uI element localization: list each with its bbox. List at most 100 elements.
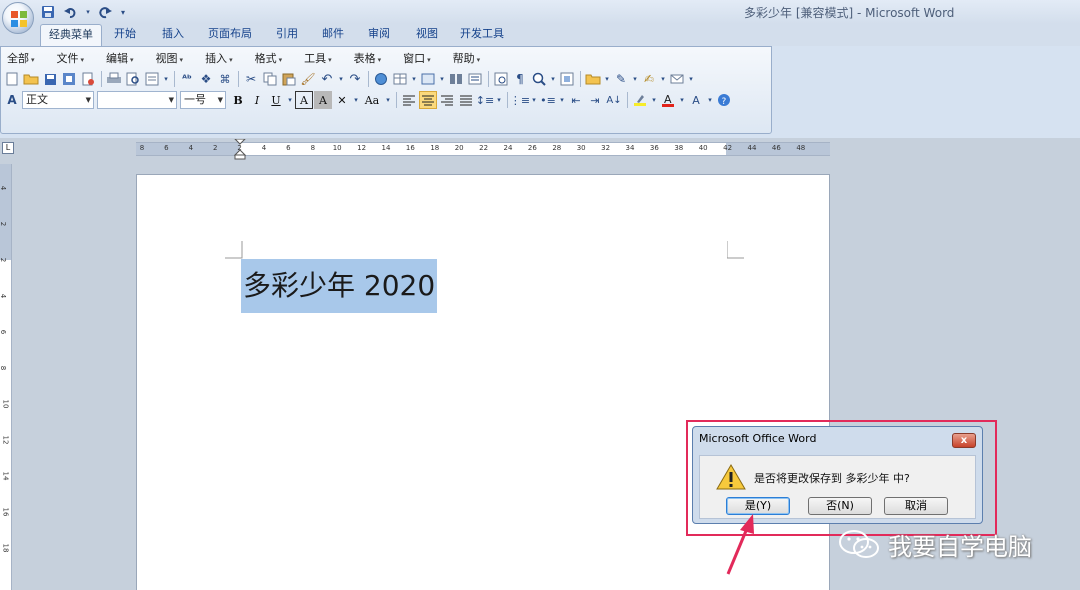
menu-tools[interactable]: 工具 ▾ xyxy=(298,49,338,69)
tab-home[interactable]: 开始 xyxy=(106,24,144,46)
bold-button[interactable]: B xyxy=(229,91,247,109)
theme-icon[interactable]: ✍ xyxy=(640,70,658,88)
chevron-down-icon[interactable]: ▾ xyxy=(286,91,294,109)
menu-file[interactable]: 文件 ▾ xyxy=(51,49,91,69)
tab-developer[interactable]: 开发工具 xyxy=(452,24,512,46)
tab-references[interactable]: 引用 xyxy=(268,24,306,46)
align-center-icon[interactable] xyxy=(419,91,437,109)
chevron-down-icon[interactable]: ▾ xyxy=(603,70,611,88)
menu-window[interactable]: 窗口 ▾ xyxy=(397,49,437,69)
tab-classic-menu[interactable]: 经典菜单 xyxy=(40,24,102,46)
format-painter-icon[interactable]: 🖌 xyxy=(299,70,317,88)
chevron-down-icon[interactable]: ▾ xyxy=(384,91,392,109)
chevron-down-icon[interactable]: ▾ xyxy=(410,70,418,88)
new-document-icon[interactable] xyxy=(3,70,21,88)
vertical-ruler[interactable]: 4 2 2 4 6 8 10 12 14 16 18 xyxy=(0,164,12,590)
chevron-down-icon[interactable]: ▾ xyxy=(678,91,686,109)
chevron-down-icon[interactable]: ▾ xyxy=(337,70,345,88)
italic-button[interactable]: I xyxy=(248,91,266,109)
undo-icon[interactable]: ↶ xyxy=(318,70,336,88)
tab-view[interactable]: 视图 xyxy=(408,24,446,46)
change-case-button[interactable]: Aa xyxy=(361,91,383,109)
menu-help[interactable]: 帮助 ▾ xyxy=(447,49,487,69)
print-preview-icon[interactable] xyxy=(124,70,142,88)
tab-page-layout[interactable]: 页面布局 xyxy=(200,24,260,46)
permission-icon[interactable] xyxy=(60,70,78,88)
cut-icon[interactable]: ✂ xyxy=(242,70,260,88)
styles-icon[interactable]: ✎ xyxy=(612,70,630,88)
help-icon[interactable]: ? xyxy=(715,91,733,109)
chevron-down-icon[interactable]: ▾ xyxy=(687,70,695,88)
decrease-indent-icon[interactable]: ⇤ xyxy=(567,91,585,109)
char-scale-icon[interactable]: ✕ xyxy=(333,91,351,109)
page-view-icon[interactable] xyxy=(143,70,161,88)
bullets-icon[interactable]: •≡ xyxy=(539,91,557,109)
text-effects-icon[interactable]: A xyxy=(687,91,705,109)
redo-icon[interactable]: ↷ xyxy=(346,70,364,88)
menu-insert[interactable]: 插入 ▾ xyxy=(199,49,239,69)
font-combo[interactable]: ▼ xyxy=(97,91,177,109)
line-spacing-icon[interactable]: ↕≡ xyxy=(476,91,494,109)
save-icon[interactable] xyxy=(38,3,58,21)
menu-format[interactable]: 格式 ▾ xyxy=(249,49,289,69)
envelope-icon[interactable] xyxy=(668,70,686,88)
hyperlink-icon[interactable] xyxy=(372,70,390,88)
customize-qat-icon[interactable]: ▾ xyxy=(118,3,128,21)
zoom-icon[interactable] xyxy=(530,70,548,88)
chevron-down-icon[interactable]: ▾ xyxy=(549,70,557,88)
char-border-icon[interactable]: A xyxy=(295,91,313,109)
underline-button[interactable]: U xyxy=(267,91,285,109)
chevron-down-icon[interactable]: ▾ xyxy=(631,70,639,88)
increase-indent-icon[interactable]: ⇥ xyxy=(586,91,604,109)
copy-icon[interactable] xyxy=(261,70,279,88)
chevron-down-icon[interactable]: ▾ xyxy=(162,70,170,88)
chevron-down-icon[interactable]: ▾ xyxy=(438,70,446,88)
styles-pane-icon[interactable]: A xyxy=(3,91,21,109)
chevron-down-icon[interactable]: ▾ xyxy=(495,91,503,109)
insert-table-icon[interactable] xyxy=(419,70,437,88)
show-hide-icon[interactable]: ¶ xyxy=(511,70,529,88)
justify-icon[interactable] xyxy=(457,91,475,109)
chevron-down-icon[interactable]: ▾ xyxy=(530,91,538,109)
font-color-icon[interactable]: A xyxy=(659,91,677,109)
cancel-button[interactable]: 取消 xyxy=(884,497,948,515)
menu-edit[interactable]: 编辑 ▾ xyxy=(100,49,140,69)
chevron-down-icon[interactable]: ▾ xyxy=(558,91,566,109)
menu-view[interactable]: 视图 ▾ xyxy=(150,49,190,69)
tab-insert[interactable]: 插入 xyxy=(154,24,192,46)
drawing-icon[interactable] xyxy=(466,70,484,88)
print-preview-doc-icon[interactable] xyxy=(79,70,97,88)
highlight-icon[interactable] xyxy=(631,91,649,109)
tab-review[interactable]: 审阅 xyxy=(360,24,398,46)
style-combo[interactable]: 正文 ▼ xyxy=(22,91,94,109)
save-icon[interactable] xyxy=(41,70,59,88)
chevron-down-icon[interactable]: ▾ xyxy=(352,91,360,109)
menu-all[interactable]: 全部 ▾ xyxy=(1,49,41,69)
align-right-icon[interactable] xyxy=(438,91,456,109)
paste-icon[interactable] xyxy=(280,70,298,88)
undo-dropdown-icon[interactable]: ▾ xyxy=(84,3,92,21)
font-size-combo[interactable]: 一号 ▼ xyxy=(180,91,226,109)
research-icon[interactable]: ❖ xyxy=(197,70,215,88)
menu-table[interactable]: 表格 ▾ xyxy=(348,49,388,69)
translate-icon[interactable]: ⌘ xyxy=(216,70,234,88)
selected-document-text[interactable]: 多彩少年 2020 xyxy=(241,259,438,313)
document-map-icon[interactable] xyxy=(492,70,510,88)
full-screen-icon[interactable] xyxy=(558,70,576,88)
chevron-down-icon[interactable]: ▾ xyxy=(650,91,658,109)
chevron-down-icon[interactable]: ▾ xyxy=(659,70,667,88)
redo-icon[interactable] xyxy=(95,3,115,21)
folder-icon[interactable] xyxy=(584,70,602,88)
office-button[interactable] xyxy=(2,2,34,34)
undo-icon[interactable] xyxy=(61,3,81,21)
close-icon[interactable]: x xyxy=(952,433,976,448)
tab-selector-icon[interactable]: L xyxy=(2,142,14,154)
char-shading-icon[interactable]: A xyxy=(314,91,332,109)
chevron-down-icon[interactable]: ▾ xyxy=(706,91,714,109)
columns-icon[interactable] xyxy=(447,70,465,88)
tab-mailings[interactable]: 邮件 xyxy=(314,24,352,46)
spelling-icon[interactable]: ᴬᵇ xyxy=(178,70,196,88)
no-button[interactable]: 否(N) xyxy=(808,497,872,515)
table-icon[interactable] xyxy=(391,70,409,88)
open-folder-icon[interactable] xyxy=(22,70,40,88)
